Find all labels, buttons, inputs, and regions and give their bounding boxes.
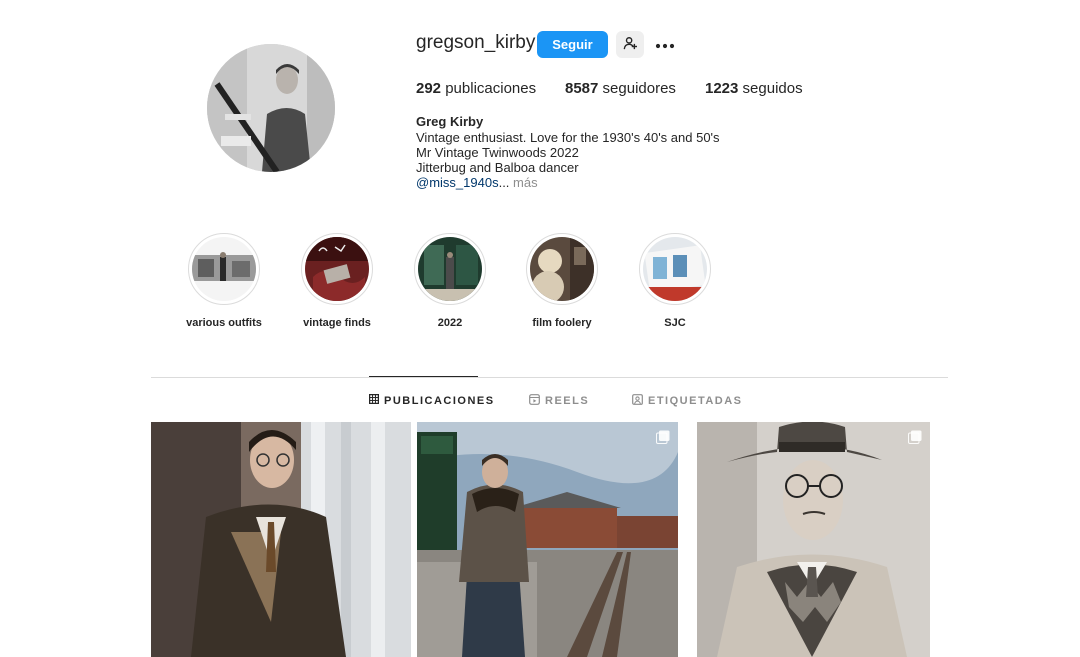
more-horizontal-icon — [655, 37, 675, 52]
highlight-label: SJC — [664, 317, 686, 329]
tab-reels[interactable]: REELS — [529, 394, 589, 408]
followers-count: 8587 — [565, 80, 599, 97]
bio-line: Mr Vintage Twinwoods 2022 — [416, 145, 579, 160]
highlight-label: 2022 — [437, 317, 463, 329]
following-count: 1223 — [705, 80, 739, 97]
highlight-ring — [301, 233, 373, 305]
highlight-label: vintage finds — [303, 317, 371, 329]
bio-line: Jitterbug and Balboa dancer — [416, 160, 579, 175]
add-person-icon — [623, 36, 637, 53]
posts-count-stat: 292 publicaciones — [416, 80, 536, 97]
highlight-ring — [188, 233, 260, 305]
highlight-ring — [526, 233, 598, 305]
following-count-stat[interactable]: 1223 seguidos — [705, 80, 803, 97]
carousel-icon — [908, 430, 922, 444]
highlight-label: film foolery — [532, 317, 592, 329]
tab-label: REELS — [545, 395, 590, 407]
tab-tagged[interactable]: ETIQUETADAS — [632, 394, 743, 408]
bio-more-link[interactable]: más — [513, 175, 538, 190]
following-label: seguidos — [742, 80, 803, 97]
tagged-icon — [632, 394, 643, 408]
followers-count-stat[interactable]: 8587 seguidores — [565, 80, 676, 97]
highlight-label: various outfits — [186, 317, 262, 329]
highlight-vintage-finds[interactable]: vintage finds — [292, 233, 382, 329]
bio-full-name: Greg Kirby — [416, 114, 484, 129]
highlight-ring — [639, 233, 711, 305]
posts-count: 292 — [416, 80, 442, 97]
highlight-film-foolery[interactable]: film foolery — [517, 233, 607, 329]
tabs-divider — [151, 377, 948, 378]
post-thumbnail[interactable] — [697, 422, 930, 657]
profile-username: gregson_kirby — [416, 32, 536, 53]
bio-ellipsis: ... — [498, 175, 510, 190]
reels-icon — [529, 394, 540, 408]
bio-link-line: @miss_1940s... más — [416, 175, 538, 190]
more-options-button[interactable] — [652, 31, 678, 58]
tab-label: PUBLICACIONES — [384, 394, 495, 407]
highlight-sjc[interactable]: SJC — [630, 233, 720, 329]
bio-mention-link[interactable]: @miss_1940s — [416, 175, 499, 190]
highlight-cover — [643, 237, 707, 301]
highlight-cover — [418, 237, 482, 301]
highlight-various-outfits[interactable]: various outfits — [179, 233, 269, 329]
active-tab-indicator — [369, 376, 478, 377]
bio-line: Vintage enthusiast. Love for the 1930's … — [416, 130, 720, 145]
highlight-cover — [192, 237, 256, 301]
highlight-ring — [414, 233, 486, 305]
highlight-2022[interactable]: 2022 — [405, 233, 495, 329]
post-thumbnail[interactable] — [417, 422, 678, 657]
highlight-cover — [305, 237, 369, 301]
post-thumbnail[interactable] — [151, 422, 411, 657]
posts-label: publicaciones — [445, 80, 537, 97]
grid-icon — [369, 394, 379, 407]
followers-label: seguidores — [602, 80, 676, 97]
tab-posts[interactable]: PUBLICACIONES — [369, 394, 495, 407]
carousel-icon — [656, 430, 670, 444]
highlight-cover — [530, 237, 594, 301]
profile-avatar[interactable] — [207, 44, 335, 172]
tab-label: ETIQUETADAS — [648, 395, 743, 407]
suggested-users-button[interactable] — [616, 31, 644, 58]
follow-button[interactable]: Seguir — [537, 31, 608, 58]
